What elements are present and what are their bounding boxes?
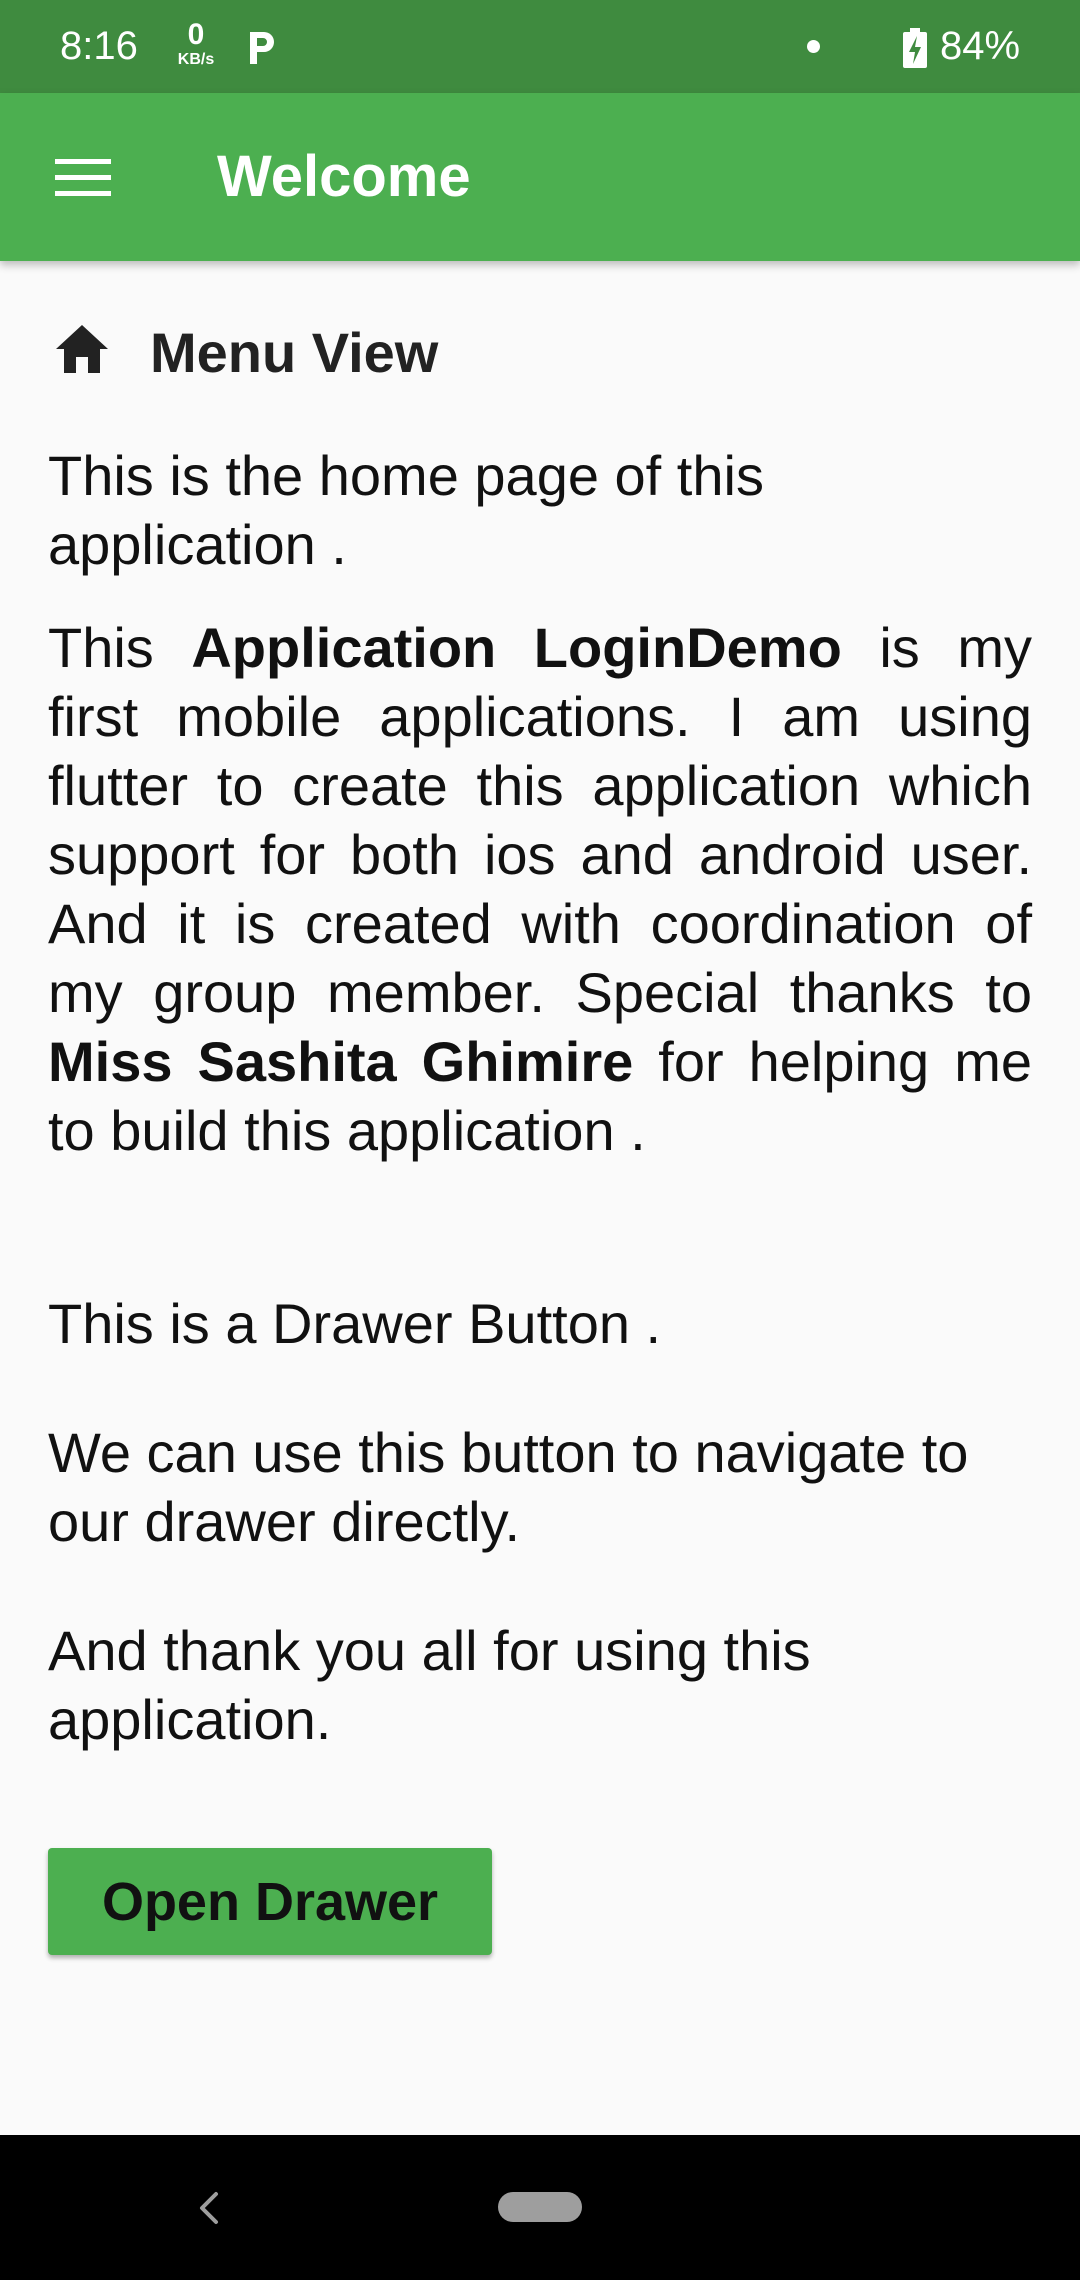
drawer-note-text: This is a Drawer Button . — [48, 1292, 662, 1355]
hamburger-menu-icon — [55, 159, 111, 196]
menu-button[interactable] — [40, 133, 128, 221]
notification-dot-icon — [807, 40, 820, 53]
network-speed-unit: KB/s — [177, 51, 215, 68]
system-nav-bar — [0, 2135, 1080, 2280]
battery-charging-icon — [903, 28, 927, 68]
thanks-note-text: And thank you all for using this applica… — [48, 1619, 811, 1751]
app-bar: Welcome — [0, 93, 1080, 261]
parking-p-icon — [246, 28, 280, 68]
page-title: Welcome — [217, 144, 471, 209]
section-title: Menu View — [150, 321, 439, 384]
home-icon — [52, 319, 112, 379]
network-speed: 0 KB/s — [170, 20, 222, 68]
app-name-text: Application LoginDemo — [191, 616, 842, 679]
back-chevron-icon[interactable] — [190, 2180, 226, 2236]
person-name-text: Miss Sashita Ghimire — [48, 1030, 634, 1093]
status-time: 8:16 — [60, 24, 138, 68]
navigate-note-text: We can use this button to navigate to ou… — [48, 1421, 969, 1553]
intro-text: This is the home page of this applicatio… — [48, 444, 764, 576]
status-bar: 8:16 0 KB/s 84% — [0, 0, 1080, 93]
open-drawer-button[interactable]: Open Drawer — [48, 1848, 492, 1955]
section-header: Menu View — [48, 313, 1032, 385]
home-pill-icon[interactable] — [498, 2192, 582, 2222]
network-speed-value: 0 — [187, 18, 205, 51]
battery-percentage: 84% — [940, 24, 1021, 68]
description-text: This Application LoginDemo is my first m… — [48, 613, 1032, 1165]
description-part-1: This — [48, 616, 192, 679]
